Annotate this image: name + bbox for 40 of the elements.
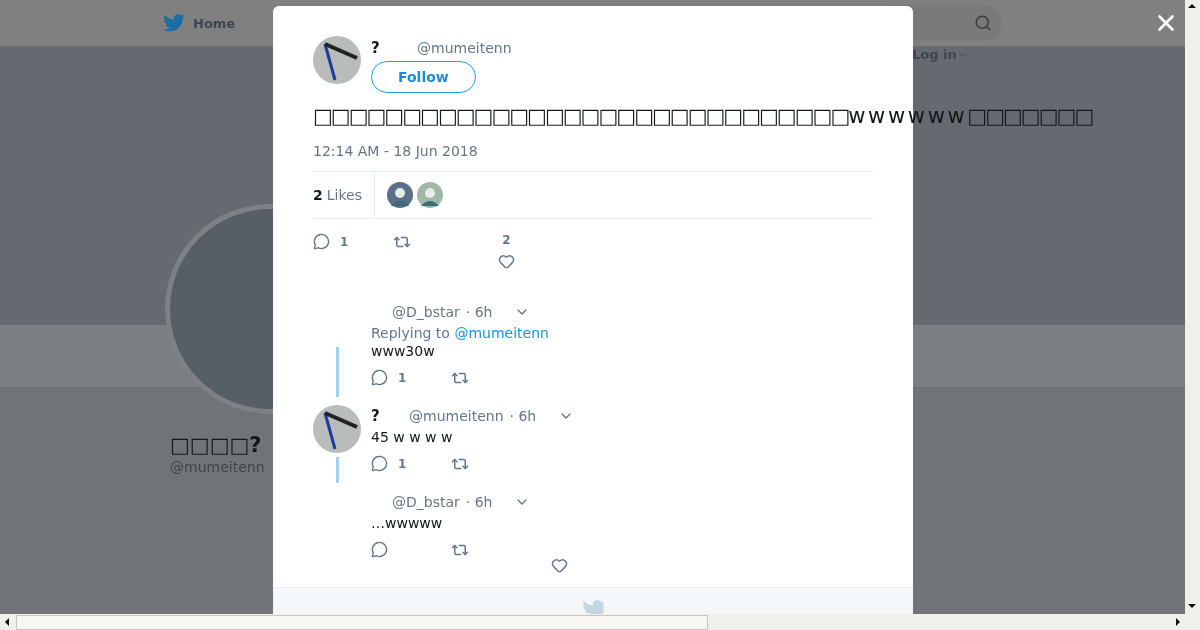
user-handle: @mumeitenn [417, 40, 512, 56]
user-name: ? [371, 407, 381, 425]
user-handle: @D_bstar [392, 304, 460, 320]
reply-text: …wwwww [371, 515, 444, 531]
replying-to: Replying to @mumeitenn [371, 325, 550, 341]
liker-avatar[interactable] [416, 182, 443, 208]
vertical-scrollbar[interactable] [1185, 0, 1200, 614]
like-count: 2 [502, 233, 511, 247]
avatar [313, 405, 361, 453]
search-icon [974, 14, 992, 32]
horizontal-scrollbar[interactable] [0, 614, 1200, 630]
user-name: ? [371, 39, 381, 57]
reply-time: · 6h [465, 304, 493, 320]
bird-icon [163, 14, 185, 32]
tweet-time: 12:14 AM - 18 Jun 2018 [313, 143, 479, 159]
reply-icon[interactable] [371, 541, 388, 558]
like-icon[interactable] [551, 557, 568, 574]
like-icon[interactable] [498, 253, 515, 270]
likes-count[interactable]: 2 Likes [313, 172, 375, 218]
user-handle: @D_bstar [392, 494, 460, 510]
reply-count: 1 [398, 456, 407, 471]
avatar [313, 36, 361, 84]
thread-line [335, 347, 339, 397]
reply-time: · 6h [509, 408, 537, 424]
reply-count: 1 [340, 234, 349, 249]
bird-icon [582, 600, 604, 614]
mention-link[interactable]: @mumeitenn [454, 325, 549, 341]
home-link[interactable]: Home [163, 14, 236, 32]
reply-icon[interactable] [371, 369, 388, 386]
reply-icon[interactable] [313, 233, 330, 250]
reply-icon[interactable] [371, 455, 388, 472]
reply-text: www30w [371, 343, 436, 359]
thread-line [335, 457, 339, 483]
user-handle: @mumeitenn [409, 408, 504, 424]
reply-text: 45 w w w w [371, 429, 454, 445]
liker-avatar[interactable] [386, 182, 413, 208]
follow-button[interactable]: Follow [371, 61, 476, 93]
profile-name: □□□□? [170, 433, 262, 457]
reply-time: · 6h [465, 494, 493, 510]
reply-count: 1 [398, 370, 407, 385]
